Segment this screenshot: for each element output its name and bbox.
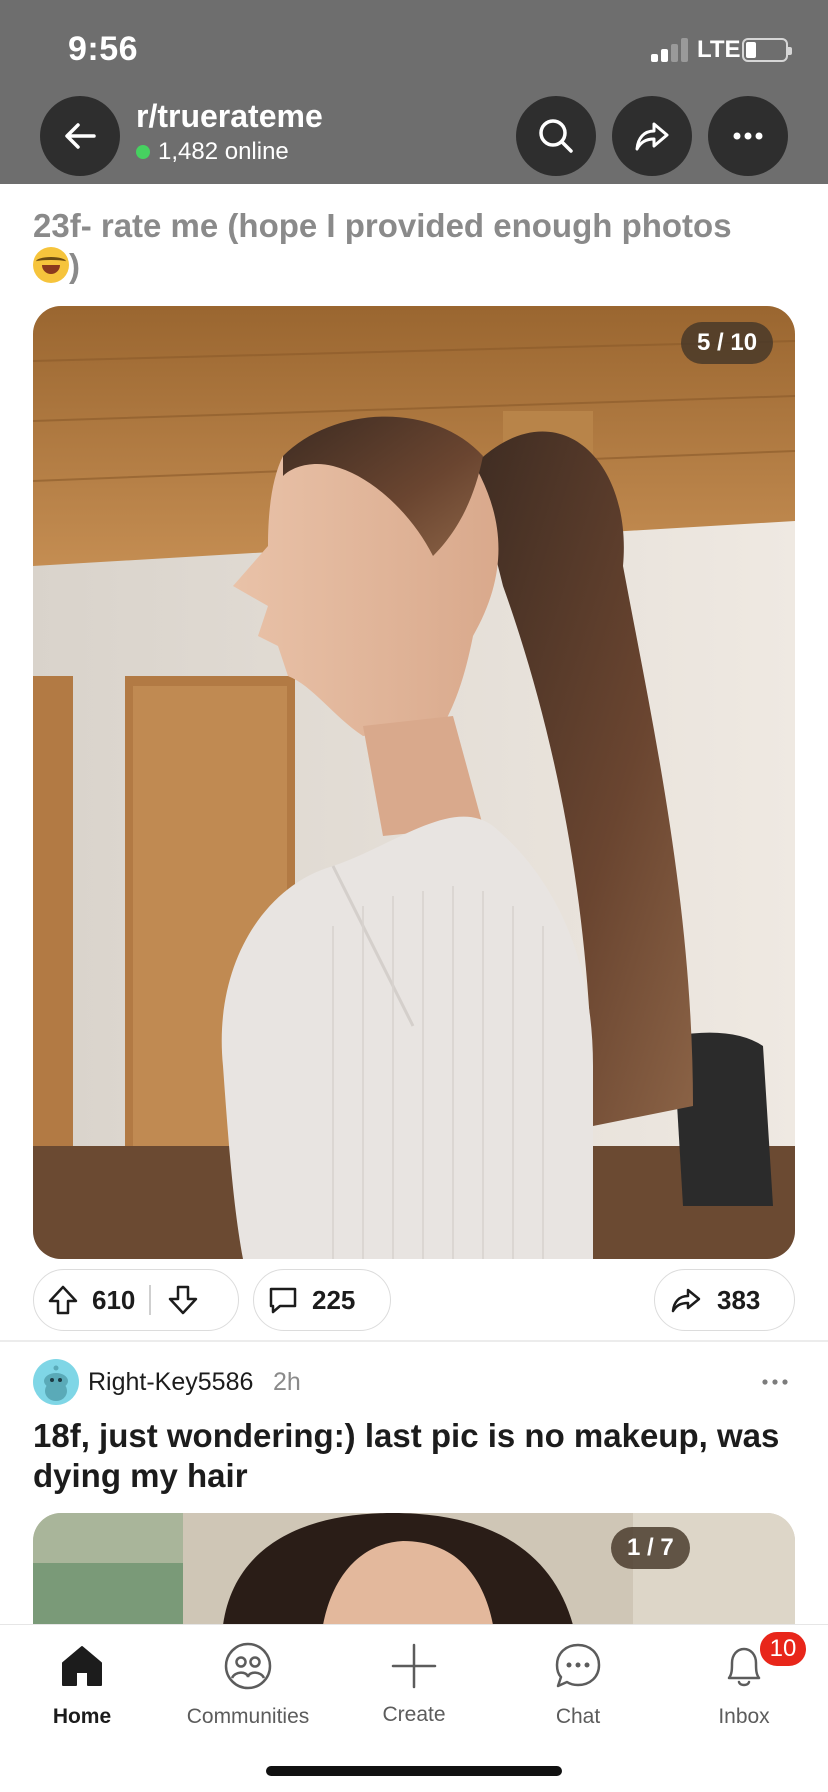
- network-type: LTE: [697, 36, 741, 63]
- image-counter: 1 / 7: [611, 1527, 690, 1569]
- chat-icon: [555, 1643, 601, 1688]
- share-icon: [671, 1288, 701, 1313]
- image-counter: 5 / 10: [681, 322, 774, 364]
- downvote-icon: [168, 1285, 198, 1315]
- battery-icon: [742, 38, 792, 62]
- downvote-button[interactable]: [161, 1284, 205, 1316]
- post-title[interactable]: 23f- rate me (hope I provided enough pho…: [33, 206, 793, 286]
- nav-home[interactable]: Home: [2, 1639, 162, 1749]
- upvote-icon: [48, 1285, 78, 1315]
- comment-count: 225: [312, 1284, 356, 1315]
- upvote-button[interactable]: [34, 1284, 92, 1316]
- status-time: 9:56: [68, 30, 139, 68]
- photo-illustration: [33, 306, 795, 1259]
- more-options-button[interactable]: [708, 96, 788, 176]
- comments-button[interactable]: 225: [253, 1269, 391, 1331]
- search-button[interactable]: [516, 96, 596, 176]
- post-image[interactable]: 5 / 10: [33, 306, 795, 1259]
- post-title[interactable]: 18f, just wondering:) last pic is no mak…: [33, 1416, 793, 1496]
- share-count: 383: [717, 1284, 761, 1315]
- post-options-button[interactable]: [760, 1372, 790, 1392]
- avatar[interactable]: [33, 1359, 79, 1405]
- post-image[interactable]: 1 / 7: [33, 1513, 795, 1625]
- share-icon: [635, 122, 669, 151]
- snoo-avatar-icon: [44, 1365, 68, 1401]
- status-bar: 9:56 LTE: [0, 0, 828, 94]
- nav-chat[interactable]: Chat: [498, 1639, 658, 1749]
- signal-icon: [651, 38, 691, 62]
- tears-of-joy-emoji: [33, 247, 69, 283]
- back-button[interactable]: [40, 96, 120, 176]
- vote-divider: [149, 1285, 151, 1315]
- online-count: 1,482 online: [136, 138, 289, 166]
- online-dot: [136, 145, 150, 159]
- comment-icon: [269, 1287, 297, 1314]
- plus-icon: [391, 1643, 437, 1689]
- more-icon: [762, 1379, 788, 1385]
- subreddit-header: 9:56 LTE r/truerateme 1,482 online: [0, 0, 828, 184]
- online-text: 1,482 online: [158, 138, 289, 165]
- inbox-badge: 10: [758, 1630, 808, 1668]
- nav-label: Chat: [555, 1705, 601, 1728]
- nav-label: Home: [52, 1705, 112, 1728]
- search-icon: [539, 119, 573, 153]
- share-subreddit-button[interactable]: [612, 96, 692, 176]
- nav-label: Create: [382, 1703, 446, 1726]
- home-icon: [62, 1646, 102, 1686]
- post-author[interactable]: Right-Key5586: [88, 1368, 253, 1397]
- more-icon: [733, 132, 763, 140]
- post-age: 2h: [273, 1368, 301, 1396]
- nav-label: Communities: [186, 1705, 310, 1728]
- nav-communities[interactable]: Communities: [168, 1639, 328, 1749]
- home-indicator[interactable]: [266, 1766, 562, 1776]
- communities-icon: [224, 1642, 272, 1690]
- post-divider: [0, 1340, 828, 1342]
- nav-label: Inbox: [718, 1705, 770, 1728]
- back-arrow-icon: [65, 123, 96, 149]
- vote-bar: 610: [33, 1269, 239, 1331]
- nav-create[interactable]: Create: [334, 1639, 494, 1749]
- share-button[interactable]: 383: [654, 1269, 795, 1331]
- subreddit-name[interactable]: r/truerateme: [136, 98, 323, 135]
- upvote-count: 610: [92, 1284, 136, 1315]
